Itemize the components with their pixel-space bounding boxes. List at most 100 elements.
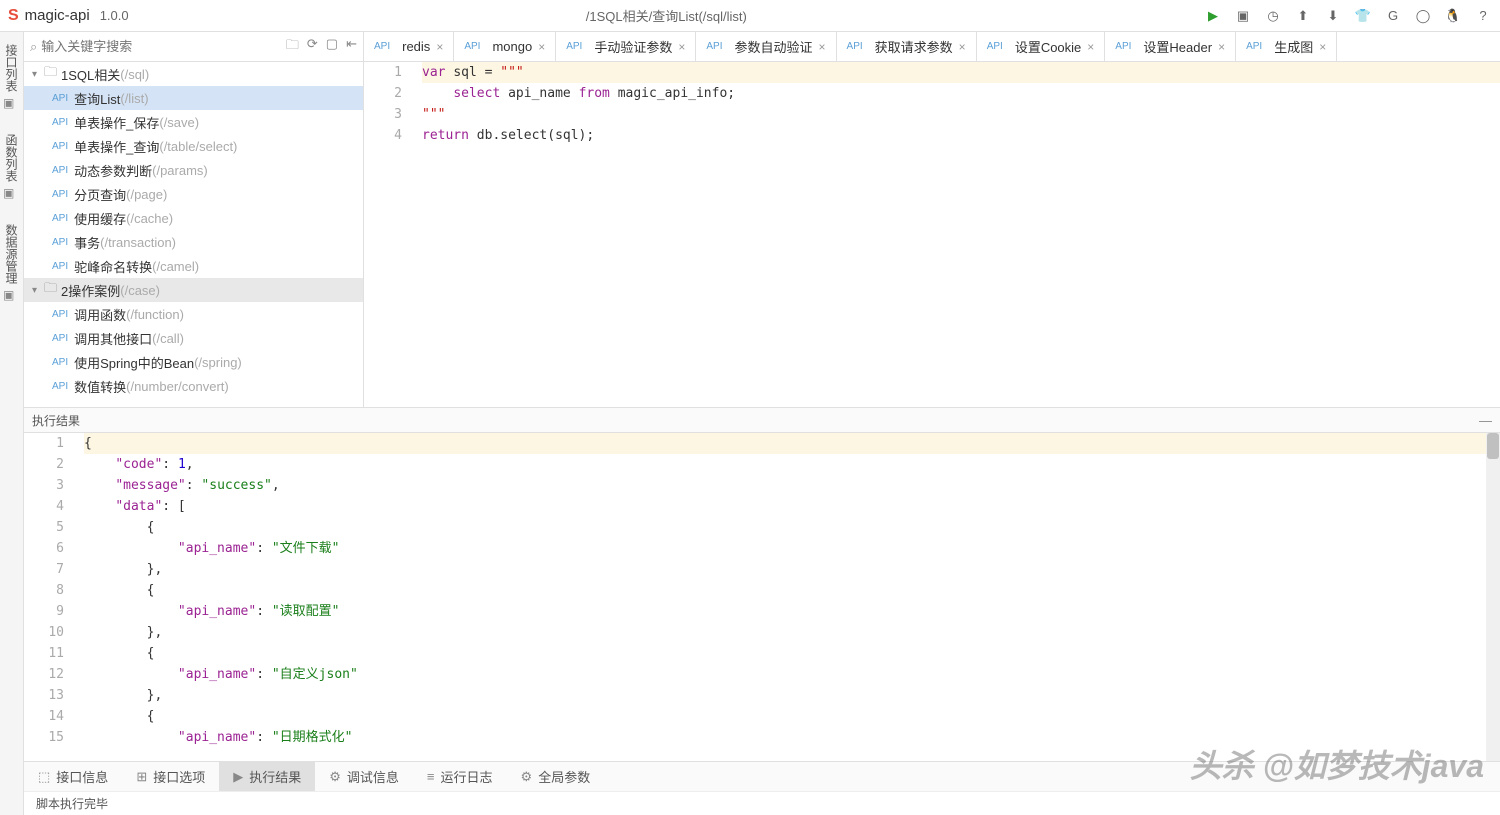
bottom-tab[interactable]: ⊞接口选项 <box>122 762 219 791</box>
tree-item[interactable]: API单表操作_查询(/table/select) <box>24 134 363 158</box>
api-badge: API <box>1115 41 1131 52</box>
shirt-icon[interactable]: 👕 <box>1354 7 1372 25</box>
tab-label: 参数自动验证 <box>735 37 813 56</box>
item-path: (/transaction) <box>100 235 176 250</box>
item-path: (/table/select) <box>159 139 237 154</box>
editor-tab[interactable]: API获取请求参数× <box>837 32 977 61</box>
refresh-icon[interactable]: ⟳ <box>307 36 318 58</box>
bottom-tab[interactable]: ⬚接口信息 <box>24 762 122 791</box>
bottom-tab[interactable]: ⚙全局参数 <box>507 762 605 791</box>
download-icon[interactable]: ⬇ <box>1324 7 1342 25</box>
tree-item[interactable]: API使用缓存(/cache) <box>24 206 363 230</box>
bottom-tab[interactable]: ≡运行日志 <box>413 762 507 791</box>
item-path: (/page) <box>126 187 167 202</box>
tab-label: 设置Header <box>1143 37 1212 56</box>
folder-icon: ▣ <box>3 186 20 200</box>
left-rail: 接口列表 ▣ 函数列表 ▣ 数据源管理 ▣ <box>0 32 24 815</box>
close-icon[interactable]: × <box>436 40 443 54</box>
item-name: 驼峰命名转换 <box>74 257 152 276</box>
editor-tab[interactable]: API生成图× <box>1236 32 1337 61</box>
code-editor[interactable]: 1234 var sql = """ select api_name from … <box>364 62 1500 407</box>
folder-path: (/sql) <box>120 67 149 82</box>
api-badge: API <box>52 381 68 392</box>
scrollbar-thumb[interactable] <box>1487 433 1499 459</box>
save-icon[interactable]: ▣ <box>1234 7 1252 25</box>
item-path: (/camel) <box>152 259 199 274</box>
tree-item[interactable]: API使用Spring中的Bean(/spring) <box>24 350 363 374</box>
item-name: 分页查询 <box>74 185 126 204</box>
item-path: (/list) <box>120 91 148 106</box>
editor-tabs: APIredis×APImongo×API手动验证参数×API参数自动验证×AP… <box>364 32 1500 62</box>
bottom-tab[interactable]: ⚙调试信息 <box>315 762 413 791</box>
close-icon[interactable]: × <box>959 40 966 54</box>
rail-group-ds[interactable]: 数据源管理 ▣ <box>3 220 20 302</box>
github-icon[interactable]: ◯ <box>1414 7 1432 25</box>
editor-gutter: 1234 <box>364 62 414 407</box>
rail-group-api[interactable]: 接口列表 ▣ <box>3 40 20 110</box>
tree-folder[interactable]: ▾🗀2操作案例(/case) <box>24 278 363 302</box>
code-area[interactable]: var sql = """ select api_name from magic… <box>414 62 1500 407</box>
tree-item[interactable]: API调用其他接口(/call) <box>24 326 363 350</box>
api-badge: API <box>52 237 68 248</box>
close-icon[interactable]: × <box>678 40 685 54</box>
tree-item[interactable]: API数值转换(/number/convert) <box>24 374 363 398</box>
bottom-tab[interactable]: ▶执行结果 <box>219 762 315 791</box>
folder-path: (/case) <box>120 283 160 298</box>
tree-item[interactable]: API单表操作_保存(/save) <box>24 110 363 134</box>
results-title: 执行结果 <box>32 412 80 429</box>
editor-tab[interactable]: API redis × <box>364 32 454 61</box>
collapse-icon[interactable]: ⇤ <box>346 36 357 58</box>
editor-tab[interactable]: API手动验证参数× <box>556 32 696 61</box>
rail-group-func[interactable]: 函数列表 ▣ <box>3 130 20 200</box>
logo-icon: S <box>8 7 19 25</box>
api-badge: API <box>374 41 390 52</box>
help-icon[interactable]: ? <box>1474 7 1492 25</box>
tab-label: 生成图 <box>1274 37 1313 56</box>
editor-tab[interactable]: APImongo× <box>454 32 556 61</box>
tree-item[interactable]: API分页查询(/page) <box>24 182 363 206</box>
item-name: 调用其他接口 <box>74 329 152 348</box>
api-tree: ▾🗀1SQL相关(/sql)API查询List(/list)API单表操作_保存… <box>24 62 363 407</box>
editor-tab[interactable]: API设置Cookie× <box>977 32 1106 61</box>
locate-icon[interactable]: ▢ <box>326 36 338 58</box>
history-icon[interactable]: ◷ <box>1264 7 1282 25</box>
close-icon[interactable]: × <box>1319 40 1326 54</box>
close-icon[interactable]: × <box>819 40 826 54</box>
search-input[interactable] <box>41 39 286 54</box>
new-folder-icon[interactable]: 🗀 <box>286 36 299 58</box>
chevron-down-icon: ▾ <box>32 285 44 296</box>
header-actions: ▶ ▣ ◷ ⬆ ⬇ 👕 G ◯ 🐧 ? <box>1204 7 1492 25</box>
tree-item[interactable]: API动态参数判断(/params) <box>24 158 363 182</box>
results-gutter: 123456789101112131415 <box>24 433 84 761</box>
item-path: (/number/convert) <box>126 379 229 394</box>
status-bar: 脚本执行完毕 <box>24 791 1500 815</box>
results-header: 执行结果 — <box>24 407 1500 433</box>
editor-tab[interactable]: API 设置Header × <box>1105 32 1236 61</box>
minimize-icon[interactable]: — <box>1479 413 1492 428</box>
item-name: 动态参数判断 <box>74 161 152 180</box>
tab-label: 设置Cookie <box>1015 37 1081 56</box>
tab-label: redis <box>402 39 430 54</box>
tree-item[interactable]: API驼峰命名转换(/camel) <box>24 254 363 278</box>
editor-tab[interactable]: API参数自动验证× <box>696 32 836 61</box>
tree-item[interactable]: API调用函数(/function) <box>24 302 363 326</box>
close-icon[interactable]: × <box>538 40 545 54</box>
close-icon[interactable]: × <box>1087 40 1094 54</box>
scrollbar-track[interactable] <box>1486 433 1500 761</box>
tree-folder[interactable]: ▾🗀1SQL相关(/sql) <box>24 62 363 86</box>
status-text: 脚本执行完毕 <box>36 795 108 812</box>
tab-label: 全局参数 <box>538 767 590 786</box>
close-icon[interactable]: × <box>1218 40 1225 54</box>
upload-icon[interactable]: ⬆ <box>1294 7 1312 25</box>
tree-item[interactable]: API查询List(/list) <box>24 86 363 110</box>
qq-icon[interactable]: 🐧 <box>1444 7 1462 25</box>
api-badge: API <box>52 357 68 368</box>
tab-icon: ⬚ <box>38 769 50 785</box>
results-body[interactable]: 123456789101112131415 { "code": 1, "mess… <box>24 433 1500 761</box>
header-left: S magic-api 1.0.0 <box>8 7 129 25</box>
tab-label: 调试信息 <box>347 767 399 786</box>
tree-item[interactable]: API事务(/transaction) <box>24 230 363 254</box>
folder-name: 1SQL相关 <box>61 65 120 84</box>
run-icon[interactable]: ▶ <box>1204 7 1222 25</box>
gitee-icon[interactable]: G <box>1384 7 1402 25</box>
